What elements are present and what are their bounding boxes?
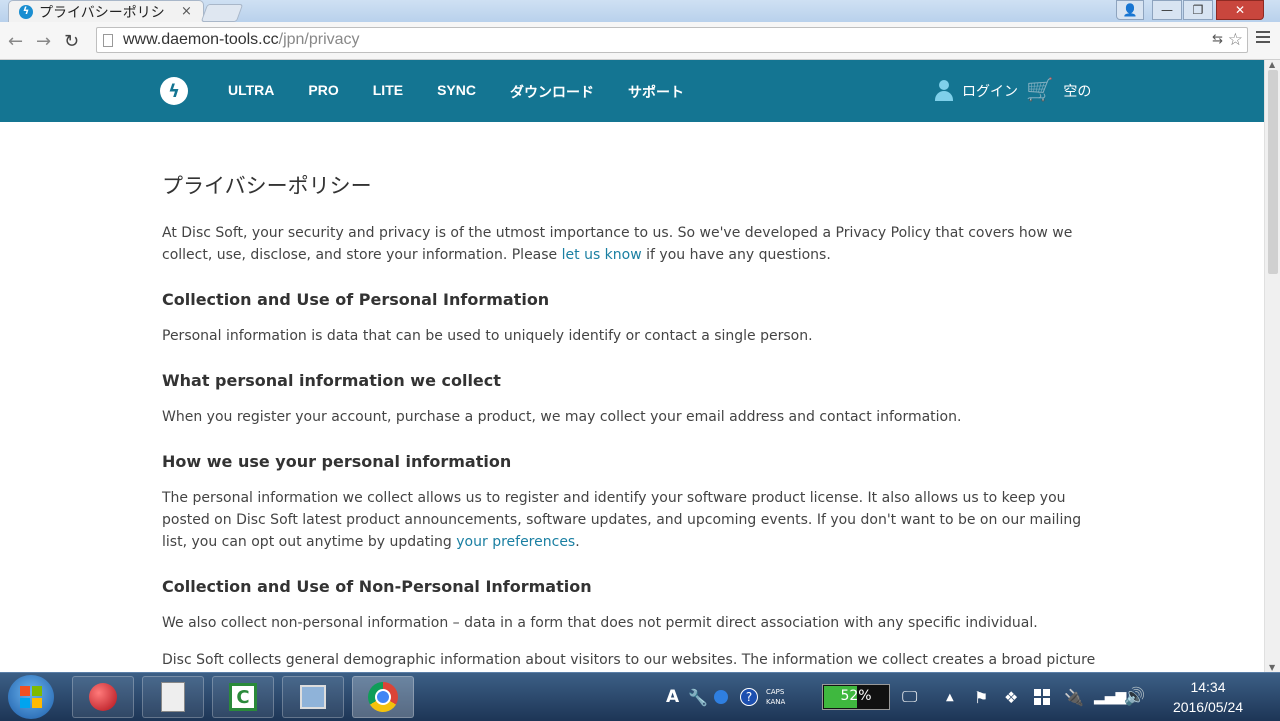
system-clock[interactable]: 14:34 2016/05/24 (1160, 677, 1256, 717)
user-icon (934, 80, 954, 102)
volume-icon[interactable]: 🔊 (1124, 673, 1145, 721)
your-preferences-link[interactable]: your preferences (456, 534, 575, 550)
cart-icon: 🛒 (1026, 78, 1054, 103)
nav-ultra[interactable]: ULTRA (228, 82, 274, 102)
minimize-button[interactable]: — (1152, 0, 1182, 20)
login-link[interactable]: ログイン (934, 80, 1018, 102)
show-hidden-icons-icon[interactable]: ▲ (946, 673, 954, 721)
network-signal-icon[interactable]: ▂▄▆ (1094, 673, 1126, 721)
paragraph-collection: Personal information is data that can be… (162, 328, 813, 344)
power-plug-icon[interactable]: 🔌 (1064, 673, 1084, 721)
paragraph-what: When you register your account, purchase… (162, 409, 962, 425)
tab-title: プライバシーポリシ (39, 4, 165, 21)
nav-lite[interactable]: LITE (373, 82, 403, 102)
monitor-icon[interactable]: 🖵 (902, 673, 917, 721)
browser-tab-active[interactable]: ϟ プライバシーポリシ × (8, 0, 204, 22)
clock-time: 14:34 (1190, 679, 1226, 695)
heading-collection: Collection and Use of Personal Informati… (162, 290, 550, 309)
browser-titlebar: ϟ プライバシーポリシ × 👤 — ❐ ✕ (0, 0, 1280, 22)
nav-support[interactable]: サポート (628, 82, 684, 102)
taskbar-camtasia-icon[interactable]: C (212, 676, 274, 718)
windows-tray-icon[interactable] (1034, 673, 1050, 721)
kana-label: KANA (766, 698, 786, 706)
url-text[interactable]: www.daemon-tools.cc/jpn/privacy (123, 31, 360, 49)
bookmark-star-icon[interactable]: ☆ (1228, 30, 1243, 50)
how-text-b: . (575, 534, 580, 550)
maximize-button[interactable]: ❐ (1183, 0, 1213, 20)
page-title: プライバシーポリシー (162, 174, 372, 198)
heading-what: What personal information we collect (162, 371, 501, 390)
taskbar-computer-icon[interactable] (282, 676, 344, 718)
forward-button[interactable]: → (36, 31, 51, 52)
caps-kana-indicator: CAPS KANA (766, 673, 785, 721)
privacy-content: プライバシーポリシー At Disc Soft, your security a… (162, 170, 1102, 715)
tab-close-icon[interactable]: × (181, 4, 192, 19)
taskbar-notepad-icon[interactable] (142, 676, 204, 718)
clock-date: 2016/05/24 (1172, 699, 1244, 715)
profile-button[interactable]: 👤 (1116, 0, 1144, 20)
cart-link[interactable]: 🛒 空の (1026, 80, 1091, 102)
taskbar-chrome-icon[interactable] (352, 676, 414, 718)
daemon-tools-favicon-icon: ϟ (19, 4, 33, 19)
close-window-button[interactable]: ✕ (1216, 0, 1264, 20)
caps-label: CAPS (766, 688, 785, 696)
url-path: /jpn/privacy (278, 31, 360, 48)
windows-taskbar: C A 🔧 ? CAPS KANA 52% 🖵 ▲ ⚑ ❖ 🔌 ▂▄▆ 🔊 14:… (0, 672, 1280, 721)
action-center-flag-icon[interactable]: ⚑ (974, 673, 988, 721)
back-button[interactable]: ← (8, 31, 23, 52)
address-bar[interactable]: www.daemon-tools.cc/jpn/privacy ⇆ ☆ (96, 27, 1248, 53)
nav-download[interactable]: ダウンロード (510, 82, 594, 102)
translate-icon[interactable]: ⇆ (1212, 32, 1223, 47)
paragraph-nonpersonal: We also collect non-personal information… (162, 615, 1038, 631)
page-scrollbar[interactable]: ▲ ▼ (1264, 60, 1280, 672)
cart-label: 空の (1063, 84, 1092, 100)
scroll-up-icon[interactable]: ▲ (1269, 60, 1275, 69)
blue-circle-icon[interactable] (714, 673, 728, 721)
battery-percent: 52% (840, 688, 872, 704)
login-label: ログイン (962, 84, 1018, 100)
start-button[interactable] (8, 675, 54, 719)
ime-icon[interactable]: A (666, 673, 679, 721)
help-icon[interactable]: ? (740, 673, 758, 721)
let-us-know-link[interactable]: let us know (562, 247, 642, 263)
main-nav: ULTRA PRO LITE SYNC ダウンロード サポート (228, 82, 718, 102)
heading-nonpersonal: Collection and Use of Non-Personal Infor… (162, 577, 592, 596)
new-tab-button[interactable] (200, 4, 244, 22)
page-icon (103, 33, 113, 47)
scroll-down-icon[interactable]: ▼ (1269, 663, 1275, 672)
browser-menu-icon[interactable] (1256, 31, 1270, 43)
battery-meter[interactable]: 52% (822, 684, 890, 710)
camtasia-icon: C (229, 683, 257, 711)
taskbar-app-red-icon[interactable] (72, 676, 134, 718)
how-text-a: The personal information we collect allo… (162, 490, 1082, 550)
reload-button[interactable]: ↻ (64, 31, 79, 52)
url-host: www.daemon-tools.cc (123, 31, 279, 48)
heading-how: How we use your personal information (162, 452, 512, 471)
intro-text-b: if you have any questions. (641, 247, 831, 263)
tool-icon[interactable]: 🔧 (688, 673, 708, 721)
paragraph-how: The personal information we collect allo… (162, 487, 1102, 553)
browser-toolbar: ← → ↻ www.daemon-tools.cc/jpn/privacy ⇆ … (0, 22, 1280, 60)
nav-sync[interactable]: SYNC (437, 82, 476, 102)
site-header: ϟ ULTRA PRO LITE SYNC ダウンロード サポート ログイン 🛒… (0, 60, 1264, 122)
daemon-tools-logo-icon[interactable]: ϟ (160, 77, 188, 105)
windows-logo-icon (20, 686, 42, 708)
nav-pro[interactable]: PRO (308, 82, 338, 102)
dropbox-icon[interactable]: ❖ (1004, 673, 1018, 721)
intro-paragraph: At Disc Soft, your security and privacy … (162, 222, 1102, 266)
scrollbar-thumb[interactable] (1268, 70, 1278, 274)
